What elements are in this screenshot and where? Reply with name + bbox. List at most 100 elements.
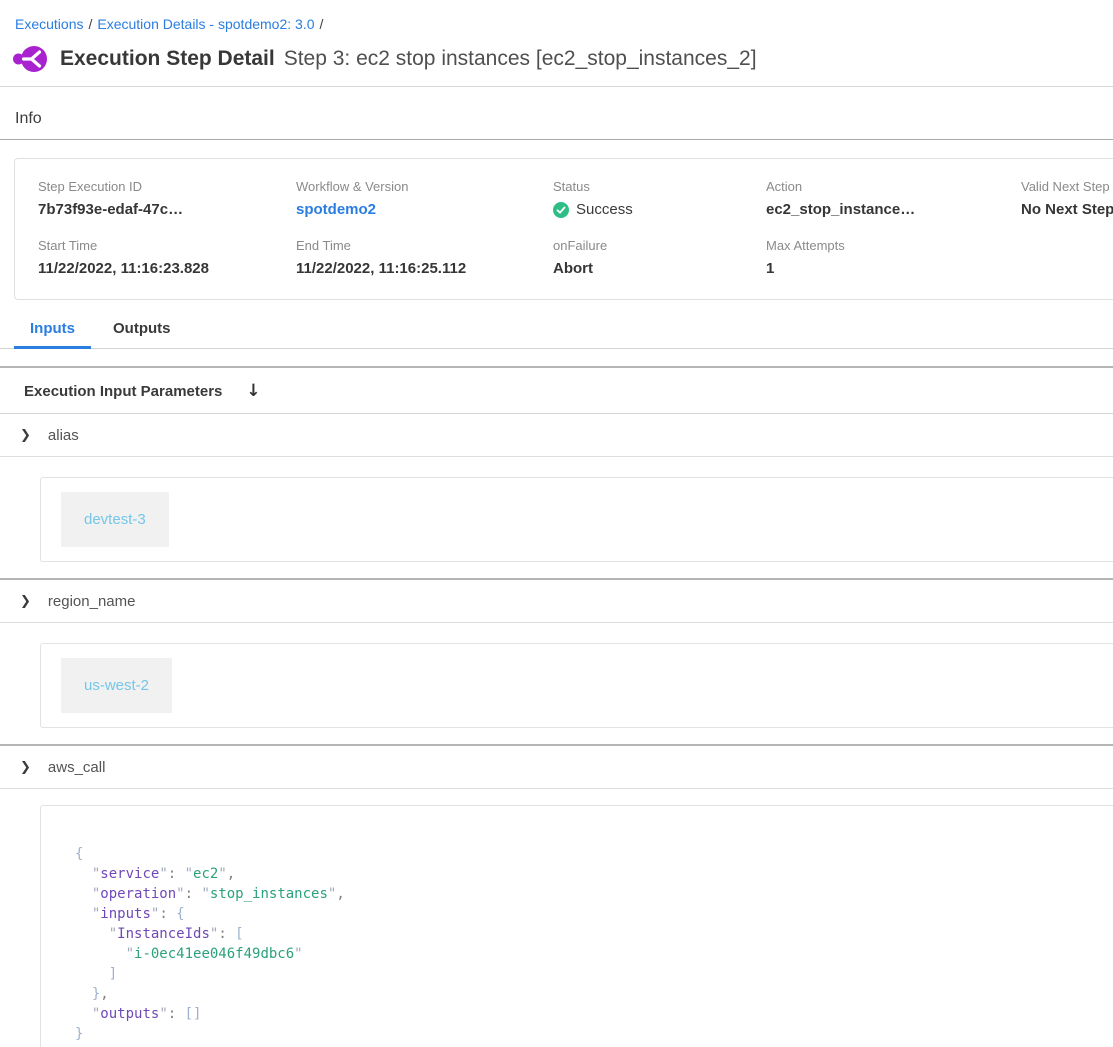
breadcrumb-separator: /	[320, 16, 324, 32]
breadcrumb-separator: /	[88, 16, 92, 32]
chevron-right-icon: ❯	[20, 760, 31, 775]
field-workflow-version: Workflow & Version spotdemo2	[296, 179, 553, 218]
breadcrumb-link-execution-details[interactable]: Execution Details - spotdemo2: 3.0	[97, 16, 314, 32]
divider	[0, 86, 1113, 87]
code-token: "	[201, 886, 209, 902]
code-token: "	[159, 866, 167, 882]
tab-outputs[interactable]: Outputs	[97, 320, 187, 348]
code-token: ec2	[193, 866, 218, 882]
field-value: Abort	[553, 260, 766, 277]
param-name: aws_call	[48, 759, 106, 776]
field-label: onFailure	[553, 238, 766, 253]
code-token: "	[294, 946, 302, 962]
param-name: alias	[48, 427, 79, 444]
code-token	[75, 866, 92, 882]
info-section-header: Info	[0, 110, 1113, 140]
code-token: outputs	[100, 1006, 159, 1022]
info-heading: Info	[15, 110, 42, 127]
page-title: Execution Step Detail	[60, 47, 275, 71]
code-token: }	[75, 1026, 83, 1042]
status-badge: Success	[553, 201, 766, 218]
code-line: "InstanceIds": [	[75, 924, 1113, 944]
field-label: Step Execution ID	[38, 179, 296, 194]
execution-step-detail-page: Executions / Execution Details - spotdemo2…	[0, 16, 1113, 1047]
param-name: region_name	[48, 593, 136, 610]
param-value-box: us-west-2	[40, 643, 1113, 728]
code-line: },	[75, 984, 1113, 1004]
field-valid-next-step: Valid Next Step No Next Step	[1021, 179, 1113, 218]
param-row-aws-call[interactable]: ❯ aws_call	[0, 746, 1113, 789]
info-card: Step Execution ID 7b73f93e-edaf-47c… Wor…	[14, 158, 1113, 300]
arrow-down-icon[interactable]: ↓	[246, 381, 260, 401]
code-token: inputs	[100, 906, 151, 922]
field-end-time: End Time 11/22/2022, 11:16:25.112	[296, 238, 553, 277]
execution-input-parameters-label: Execution Input Parameters	[24, 383, 222, 400]
code-token: ]	[109, 966, 117, 982]
code-token	[75, 886, 92, 902]
code-token	[75, 926, 109, 942]
tab-inputs[interactable]: Inputs	[14, 320, 91, 349]
page-subtitle: Step 3: ec2 stop instances [ec2_stop_ins…	[284, 47, 757, 71]
code-token: ,	[100, 986, 108, 1002]
code-token: :	[159, 906, 176, 922]
code-token: :	[168, 1006, 185, 1022]
code-token: InstanceIds	[117, 926, 210, 942]
code-line: "i-0ec41ee046f49dbc6"	[75, 944, 1113, 964]
code-token: [	[235, 926, 243, 942]
field-label: Valid Next Step	[1021, 179, 1113, 194]
code-line: }	[75, 1024, 1113, 1044]
code-token	[75, 946, 126, 962]
field-onfailure: onFailure Abort	[553, 238, 766, 277]
chevron-right-icon: ❯	[20, 428, 31, 443]
code-token: "	[185, 866, 193, 882]
field-label: Workflow & Version	[296, 179, 553, 194]
param-row-alias[interactable]: ❯ alias	[0, 414, 1113, 457]
code-line: "inputs": {	[75, 904, 1113, 924]
param-value-chip: us-west-2	[61, 658, 172, 713]
field-value: ec2_stop_instance…	[766, 201, 1021, 218]
code-token: :	[168, 866, 185, 882]
breadcrumb-link-executions[interactable]: Executions	[15, 16, 83, 32]
code-token: :	[185, 886, 202, 902]
code-token: :	[218, 926, 235, 942]
field-label: Action	[766, 179, 1021, 194]
code-token: operation	[100, 886, 176, 902]
field-value: 11/22/2022, 11:16:23.828	[38, 260, 296, 277]
code-line: "service": "ec2",	[75, 864, 1113, 884]
code-token: ,	[227, 866, 235, 882]
param-value-box: devtest-3	[40, 477, 1113, 562]
code-token: "	[126, 946, 134, 962]
field-value: No Next Step	[1021, 201, 1113, 218]
status-text: Success	[576, 201, 633, 218]
field-value: 11/22/2022, 11:16:25.112	[296, 260, 553, 277]
param-row-region-name[interactable]: ❯ region_name	[0, 580, 1113, 623]
workflow-logo-icon	[13, 45, 48, 73]
chevron-right-icon: ❯	[20, 594, 31, 609]
field-label: Start Time	[38, 238, 296, 253]
field-value: 7b73f93e-edaf-47c…	[38, 201, 296, 218]
param-section-region-name: ❯ region_name us-west-2	[0, 580, 1113, 728]
code-token	[75, 986, 92, 1002]
field-label: Max Attempts	[766, 238, 1021, 253]
code-token: "	[109, 926, 117, 942]
param-section-alias: ❯ alias devtest-3	[0, 414, 1113, 562]
field-status: Status Success	[553, 179, 766, 218]
tab-bar: Inputs Outputs	[0, 320, 1113, 349]
code-token: service	[100, 866, 159, 882]
breadcrumb: Executions / Execution Details - spotdemo2…	[15, 16, 1113, 32]
code-token: "	[218, 866, 226, 882]
field-value: 1	[766, 260, 1021, 277]
field-label: Status	[553, 179, 766, 194]
code-token: "	[176, 886, 184, 902]
page-header: Execution Step Detail Step 3: ec2 stop i…	[13, 45, 1113, 73]
code-line: "outputs": []	[75, 1004, 1113, 1024]
code-token: {	[75, 846, 83, 862]
field-step-execution-id: Step Execution ID 7b73f93e-edaf-47c…	[38, 179, 296, 218]
code-line: "operation": "stop_instances",	[75, 884, 1113, 904]
json-code-block: { "service": "ec2", "operation": "stop_i…	[40, 805, 1113, 1047]
code-token	[75, 966, 109, 982]
param-section-aws-call: ❯ aws_call { "service": "ec2", "operatio…	[0, 746, 1113, 1047]
workflow-link[interactable]: spotdemo2	[296, 201, 553, 218]
field-start-time: Start Time 11/22/2022, 11:16:23.828	[38, 238, 296, 277]
check-circle-icon	[553, 202, 569, 218]
